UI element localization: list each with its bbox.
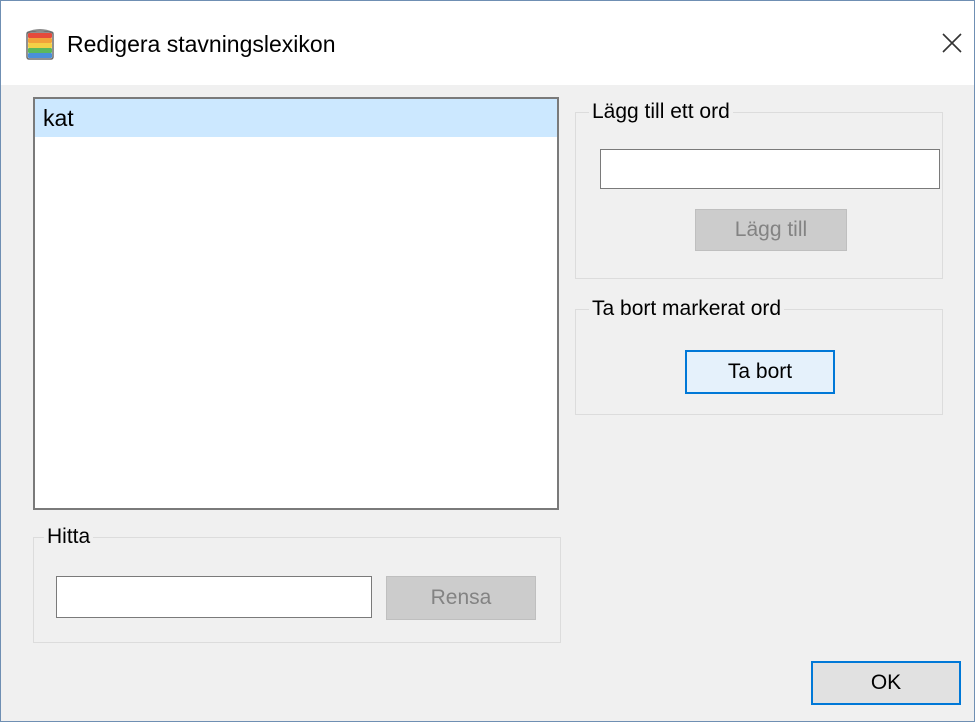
remove-word-group-label: Ta bort markerat ord <box>589 296 785 322</box>
remove-button[interactable]: Ta bort <box>685 350 835 394</box>
add-word-group-label: Lägg till ett ord <box>589 99 733 125</box>
find-groupbox: Hitta Rensa <box>33 524 561 643</box>
spelling-dictionary-dialog: Redigera stavningslexikon kat Hitta Rens… <box>0 0 975 722</box>
list-item[interactable]: kat <box>35 99 557 137</box>
window-title: Redigera stavningslexikon <box>67 31 336 57</box>
book-icon <box>25 27 55 61</box>
remove-word-groupbox: Ta bort markerat ord Ta bort <box>575 296 943 415</box>
find-input[interactable] <box>56 576 372 618</box>
ok-button[interactable]: OK <box>811 661 961 705</box>
find-group-label: Hitta <box>44 524 94 550</box>
close-icon <box>941 32 963 59</box>
clear-button[interactable]: Rensa <box>386 576 536 620</box>
title-bar: Redigera stavningslexikon <box>1 1 974 85</box>
add-button[interactable]: Lägg till <box>695 209 847 251</box>
add-word-input[interactable] <box>600 149 940 189</box>
add-word-groupbox: Lägg till ett ord Lägg till <box>575 99 943 279</box>
word-listbox[interactable]: kat <box>33 97 559 510</box>
close-button[interactable] <box>929 23 974 67</box>
